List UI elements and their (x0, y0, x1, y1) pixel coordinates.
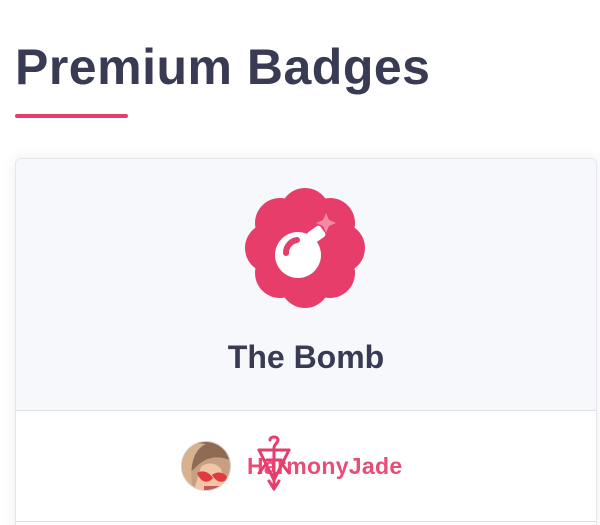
premium-badges-page: Premium Badges The Bomb HarmonyJade (0, 0, 600, 525)
username-link[interactable]: HarmonyJade (247, 453, 402, 480)
user-profile-link[interactable]: HarmonyJade (181, 435, 402, 491)
title-underline (15, 114, 128, 118)
badge-card-header: The Bomb (16, 159, 596, 411)
user-avatar[interactable] (181, 441, 231, 491)
username-wrap: HarmonyJade (247, 435, 402, 491)
badge-owner-row: HarmonyJade (16, 411, 596, 522)
badge-card: The Bomb HarmonyJade (15, 158, 597, 525)
badge-name: The Bomb (227, 339, 385, 375)
page-title: Premium Badges (15, 39, 431, 95)
bomb-flower-icon (242, 185, 368, 311)
